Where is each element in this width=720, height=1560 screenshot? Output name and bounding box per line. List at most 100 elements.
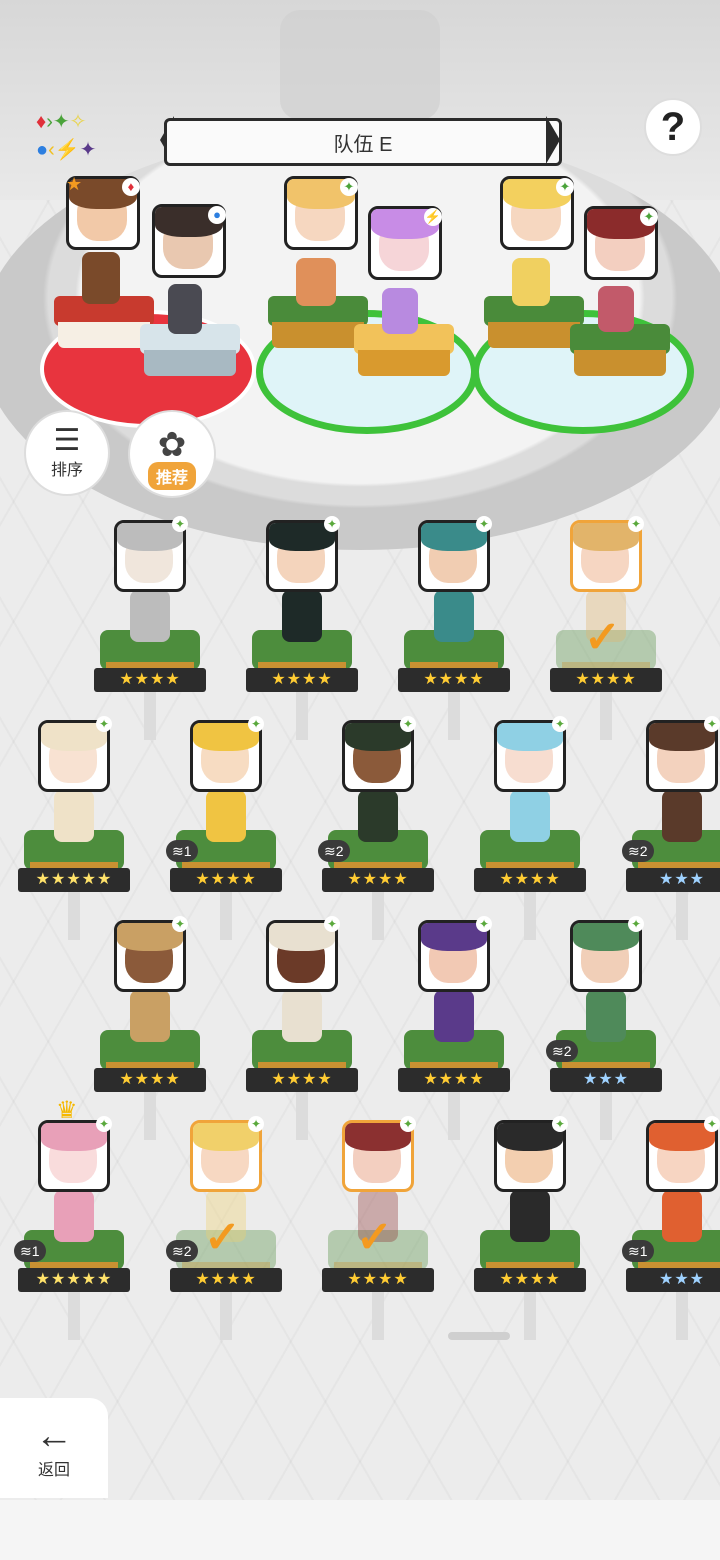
character-card[interactable]: ★★★★ ✦ (398, 516, 510, 740)
character-card[interactable]: ★★★ ✦ ≋2 (546, 916, 662, 1140)
scroll-indicator (448, 1332, 510, 1340)
star-rating: ★★★★★ (18, 1268, 130, 1292)
character-card[interactable]: ★★★★ ✦ ✓ (550, 516, 662, 740)
wood-element-icon: ✦ (552, 1116, 568, 1132)
wood-element-icon: ✦ (96, 716, 112, 732)
star-rating: ★★★★ (398, 1068, 510, 1092)
star-rating: ★★★ (626, 1268, 720, 1292)
character-card[interactable]: ★★★★ ✦ (94, 516, 206, 740)
wood-element-icon: ✦ (640, 208, 658, 226)
star-rating: ★★★★ (550, 668, 662, 692)
team-name: 队伍 E (333, 133, 393, 156)
duplicate-count-badge: ≋1 (14, 1240, 46, 1262)
star-rating: ★★★★ (474, 1268, 586, 1292)
wood-element-icon: ✦ (628, 916, 644, 932)
sort-icon: ☰ (53, 424, 81, 457)
character-card[interactable]: ★★★★ ✦ (474, 716, 586, 940)
recommend-icon: ✿ (157, 426, 187, 464)
wood-element-icon: ✦ (476, 516, 492, 532)
star-rating: ★★★★ (246, 668, 358, 692)
crown-icon: ♛ (56, 1097, 78, 1124)
character-sprite (54, 790, 94, 842)
duplicate-count-badge: ≋2 (546, 1040, 578, 1062)
duplicate-count-badge: ≋2 (622, 840, 654, 862)
leader-star-icon: ★ (66, 174, 83, 194)
character-sprite (510, 790, 550, 842)
character-card[interactable]: ★★★★ ✦ ✓ (322, 1116, 434, 1340)
character-sprite (282, 590, 322, 642)
character-sprite (662, 790, 702, 842)
team-sprite-1[interactable] (82, 252, 120, 304)
wood-element-icon: ✦ (248, 716, 264, 732)
character-card[interactable]: ★★★ ✦ ≋1 (622, 1116, 720, 1340)
star-rating: ★★★★ (170, 868, 282, 892)
star-rating: ★★★★ (398, 668, 510, 692)
team-sprite-4[interactable] (382, 288, 418, 334)
wood-element-icon: ✦ (324, 916, 340, 932)
character-sprite (586, 990, 626, 1042)
star-rating: ★★★★ (322, 868, 434, 892)
character-card[interactable]: ★★★★ ✦ (94, 916, 206, 1140)
selected-check-icon: ✓ (204, 1213, 241, 1262)
character-sprite (358, 790, 398, 842)
wood-element-icon: ✦ (400, 716, 416, 732)
character-card[interactable]: ★★★★ ✦ ≋2 ✓ (166, 1116, 282, 1340)
duplicate-count-badge: ≋1 (166, 840, 198, 862)
character-card[interactable]: ★★★★★ ✦ ≋1 ♛ (14, 1097, 130, 1340)
character-card[interactable]: ★★★★ ✦ (398, 916, 510, 1140)
wood-element-icon: ✦ (628, 516, 644, 532)
team-name-bar: 队伍 E (164, 118, 562, 166)
character-card[interactable]: ★★★★ ✦ (474, 1116, 586, 1340)
wood-element-icon: ✦ (172, 916, 188, 932)
team-sprite-2[interactable] (168, 284, 202, 334)
character-card[interactable]: ★★★★★ ✦ (18, 716, 130, 940)
duplicate-count-badge: ≋2 (166, 1240, 198, 1262)
star-rating: ★★★★ (170, 1268, 282, 1292)
star-rating: ★★★★★ (18, 868, 130, 892)
character-sprite (662, 1190, 702, 1242)
character-card[interactable]: ★★★ ✦ ≋2 (622, 716, 720, 940)
thunder-element-icon: ⚡ (424, 208, 442, 226)
sort-button[interactable]: ☰ 排序 (24, 410, 110, 496)
team-sprite-6[interactable] (598, 286, 634, 332)
wood-element-icon: ✦ (324, 516, 340, 532)
sort-label: 排序 (50, 462, 83, 479)
character-card[interactable]: ★★★★ ✦ (246, 916, 358, 1140)
recommend-label: 推荐 (147, 462, 196, 490)
wood-element-icon: ✦ (172, 516, 188, 532)
star-rating: ★★★★ (94, 668, 206, 692)
back-label: 返回 (37, 1462, 70, 1479)
star-rating: ★★★★ (322, 1268, 434, 1292)
star-rating: ★★★ (626, 868, 720, 892)
wood-element-icon: ✦ (476, 916, 492, 932)
back-button[interactable]: ← 返回 (0, 1398, 108, 1498)
wood-element-icon: ✦ (340, 178, 358, 196)
next-team-arrow[interactable] (546, 116, 560, 164)
duplicate-count-badge: ≋2 (318, 840, 350, 862)
character-sprite (54, 1190, 94, 1242)
wood-element-icon: ✦ (96, 1116, 112, 1132)
selected-check-icon: ✓ (356, 1213, 393, 1262)
wood-element-icon: ✦ (248, 1116, 264, 1132)
star-rating: ★★★★ (246, 1068, 358, 1092)
help-button[interactable]: ? (644, 98, 702, 156)
character-card[interactable]: ★★★★ ✦ ≋2 (318, 716, 434, 940)
character-sprite (434, 590, 474, 642)
wood-element-icon: ✦ (552, 716, 568, 732)
character-sprite (434, 990, 474, 1042)
character-card[interactable]: ★★★★ ✦ (246, 516, 358, 740)
team-sprite-3[interactable] (296, 258, 336, 306)
recommend-button[interactable]: ✿ 推荐 (128, 410, 216, 498)
character-sprite (206, 790, 246, 842)
arena-emblem (280, 10, 440, 120)
selected-check-icon: ✓ (584, 613, 621, 662)
fire-element-icon: ♦ (122, 178, 140, 196)
element-chart-icon[interactable]: ♦›✦✧ ●‹⚡✦ (36, 108, 132, 168)
system-nav-bar (0, 1500, 720, 1560)
wood-element-icon: ✦ (704, 716, 720, 732)
water-element-icon: ● (208, 206, 226, 224)
star-rating: ★★★ (550, 1068, 662, 1092)
team-sprite-5[interactable] (512, 258, 550, 306)
wood-element-icon: ✦ (556, 178, 574, 196)
character-card[interactable]: ★★★★ ✦ ≋1 (166, 716, 282, 940)
